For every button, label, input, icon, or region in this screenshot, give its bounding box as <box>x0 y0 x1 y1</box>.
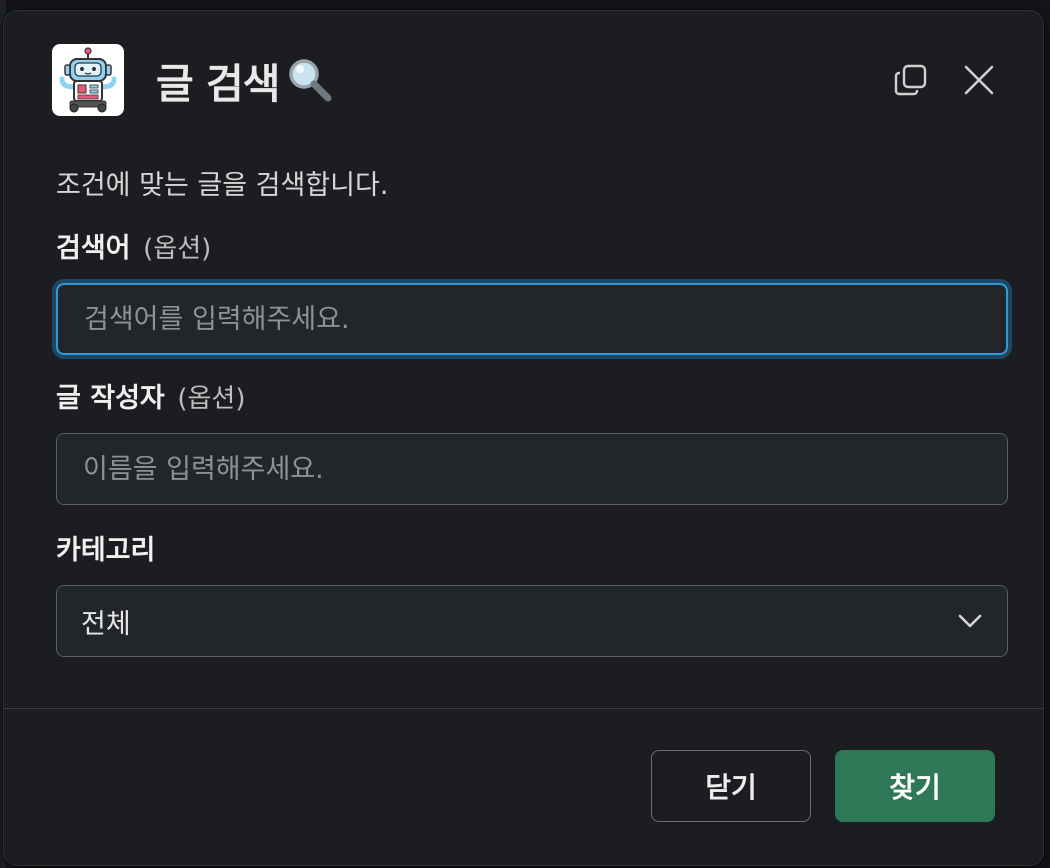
author-label: 글 작성자 (옵션) <box>56 379 1003 419</box>
category-label: 카테고리 <box>56 531 1003 571</box>
keyword-label: 검색어 (옵션) <box>56 229 1003 269</box>
submit-button[interactable]: 찾기 <box>835 750 995 822</box>
robot-icon <box>52 44 124 116</box>
author-input[interactable] <box>56 433 1008 505</box>
keyword-optional-hint: (옵션) <box>143 234 212 264</box>
magnifier-icon <box>287 57 333 103</box>
chevron-down-icon <box>957 613 983 629</box>
author-optional-hint: (옵션) <box>177 384 246 414</box>
modal-title: 글 검색 <box>156 50 333 110</box>
modal-title-text: 글 검색 <box>156 60 280 108</box>
modal-description: 조건에 맞는 글을 검색합니다. <box>56 170 389 201</box>
keyword-label-text: 검색어 <box>56 233 131 264</box>
category-selected-value: 전체 <box>81 608 131 640</box>
modal-body: 조건에 맞는 글을 검색합니다. 검색어 (옵션) 글 작성자 (옵션) 카테고… <box>56 161 1008 657</box>
modal-header: 글 검색 <box>52 43 1003 117</box>
keyword-input[interactable] <box>56 283 1008 355</box>
author-label-text: 글 작성자 <box>56 383 165 414</box>
footer-divider <box>4 708 1043 709</box>
search-posts-modal: 글 검색 조건에 맞는 글을 검색합니다. 검색어 (옵션) 검색어를 입력해주… <box>3 10 1044 866</box>
copy-icon[interactable] <box>887 56 935 104</box>
close-icon[interactable] <box>955 56 1003 104</box>
header-actions <box>887 56 1003 104</box>
category-select[interactable]: 전체 <box>56 585 1008 657</box>
close-button[interactable]: 닫기 <box>651 750 811 822</box>
category-label-text: 카테고리 <box>56 535 156 566</box>
modal-footer: 닫기 찾기 <box>651 750 995 822</box>
